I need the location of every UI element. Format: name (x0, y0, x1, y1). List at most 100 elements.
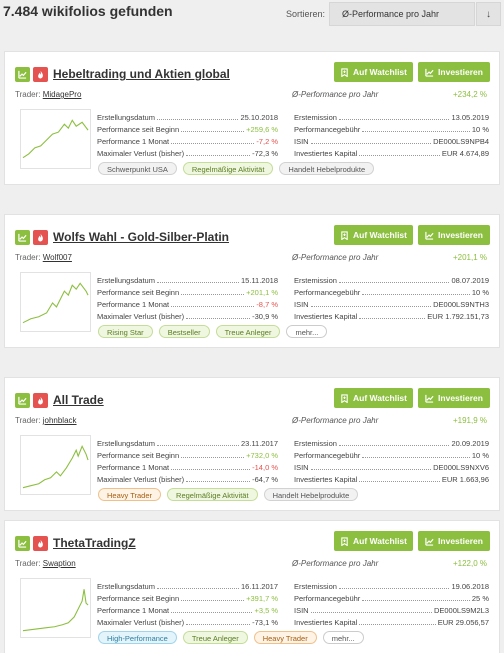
trader-name-link[interactable]: MidagePro (43, 90, 82, 99)
fee-label: Performancegebühr (294, 125, 361, 134)
sort-dropdown[interactable]: Ø-Performance pro Jahr (329, 2, 475, 26)
fee-value: 10 % (471, 451, 489, 460)
risk-badge (33, 535, 48, 551)
max-loss-row: Maximaler Verlust (bisher) -72,3 % (97, 147, 278, 158)
isin-row: ISIN DE000LS9NTH3 (294, 298, 489, 309)
tag-badge: Rising Star (98, 325, 153, 338)
capital-label: Investiertes Kapital (294, 618, 358, 627)
bookmark-plus-icon (341, 536, 348, 546)
card-header: All Trade (15, 392, 104, 408)
trader-name-link[interactable]: johnblack (43, 416, 77, 425)
add-to-watchlist-button[interactable]: Auf Watchlist (334, 531, 413, 551)
emission-label: Erstemission (294, 276, 337, 285)
perf-start-row: Performance seit Beginn +259,6 % (97, 123, 278, 134)
perf-start-label: Performance seit Beginn (97, 594, 180, 603)
perf-year-label: Ø-Performance pro Jahr (292, 559, 379, 568)
wikifolio-card: All Trade Auf Watchlist Investieren Trader:… (4, 377, 500, 511)
trader-name-link[interactable]: Swaption (43, 559, 76, 568)
performance-sparkline[interactable] (20, 109, 91, 169)
dotted-leader (362, 457, 470, 458)
add-to-watchlist-button[interactable]: Auf Watchlist (334, 225, 413, 245)
add-to-watchlist-button[interactable]: Auf Watchlist (334, 62, 413, 82)
chart-up-icon (18, 233, 27, 242)
invest-button[interactable]: Investieren (418, 388, 490, 408)
invest-label: Investieren (438, 393, 483, 403)
dotted-leader (310, 469, 432, 470)
dotted-leader (156, 588, 240, 589)
invest-button[interactable]: Investieren (418, 225, 490, 245)
invest-button[interactable]: Investieren (418, 62, 490, 82)
capital-row: Investiertes Kapital EUR 1.792.151,73 (294, 310, 489, 321)
perf-start-label: Performance seit Beginn (97, 288, 180, 297)
perf-month-value: -7,2 % (256, 137, 278, 146)
created-label: Erstellungsdatum (97, 582, 155, 591)
result-count-title: 7.484 wikifolios gefunden (3, 3, 173, 19)
max-loss-value: -72,3 % (252, 149, 278, 158)
created-row: Erstellungsdatum 15.11.2018 (97, 274, 278, 285)
created-value: 16.11.2017 (241, 582, 278, 591)
wikifolio-card: Wolfs Wahl - Gold-Silber-Platin Auf Watch… (4, 214, 500, 348)
fee-label: Performancegebühr (294, 288, 361, 297)
max-loss-value: -30,9 % (252, 312, 278, 321)
perf-year-value: +122,0 % (452, 559, 487, 568)
sparkline-chart (22, 444, 89, 489)
perf-month-row: Performance 1 Monat -8,7 % (97, 298, 278, 309)
performance-sparkline[interactable] (20, 435, 91, 495)
flame-icon (38, 70, 43, 78)
more-tags-link[interactable]: mehr... (322, 631, 364, 644)
isin-label: ISIN (294, 606, 309, 615)
sort-direction-button[interactable]: ↓ (476, 2, 501, 26)
performance-sparkline[interactable] (20, 578, 91, 638)
wikifolio-title-link[interactable]: All Trade (53, 393, 104, 407)
trader-label: Trader: (15, 90, 41, 99)
wikifolio-title-link[interactable]: Wolfs Wahl - Gold-Silber-Platin (53, 230, 229, 244)
more-tags-link[interactable]: mehr... (286, 325, 328, 338)
invest-label: Investieren (438, 536, 483, 546)
performance-sparkline[interactable] (20, 272, 91, 332)
emission-value: 20.09.2019 (451, 439, 489, 448)
dotted-leader (156, 119, 239, 120)
wikifolio-title-link[interactable]: Hebeltrading und Aktien global (53, 67, 230, 81)
dotted-leader (362, 600, 470, 601)
dotted-leader (171, 612, 253, 613)
fee-value: 10 % (471, 288, 489, 297)
trader-name-link[interactable]: Wolf007 (43, 253, 72, 262)
emission-row: Erstemission 08.07.2019 (294, 274, 489, 285)
wikifolio-card: Hebeltrading und Aktien global Auf Watchl… (4, 51, 500, 185)
dotted-leader (362, 131, 470, 132)
emission-value: 19.06.2018 (451, 582, 489, 591)
dotted-leader (156, 282, 240, 283)
watchlist-label: Auf Watchlist (353, 230, 407, 240)
created-value: 23.11.2017 (241, 439, 278, 448)
tag-badge: Bestseller (158, 325, 210, 338)
chart-up-icon (18, 396, 27, 405)
perf-year-label: Ø-Performance pro Jahr (292, 416, 379, 425)
chart-up-icon (18, 70, 27, 79)
isin-row: ISIN DE000LS9M2L3 (294, 604, 489, 615)
fee-label: Performancegebühr (294, 594, 361, 603)
performance-badge (15, 535, 30, 551)
dotted-leader (310, 143, 432, 144)
dotted-leader (310, 612, 432, 613)
tag-badge: High-Performance (98, 631, 177, 644)
emission-label: Erstemission (294, 582, 337, 591)
flame-icon (38, 233, 43, 241)
wikifolio-title-link[interactable]: ThetaTradingZ (53, 536, 136, 550)
capital-label: Investiertes Kapital (294, 475, 358, 484)
chart-line-icon (425, 231, 434, 240)
tag-badge: Heavy Trader (253, 631, 317, 644)
perf-month-label: Performance 1 Monat (97, 137, 170, 146)
watchlist-label: Auf Watchlist (353, 536, 407, 546)
perf-year-value: +201,1 % (452, 253, 487, 262)
invest-button[interactable]: Investieren (418, 531, 490, 551)
bookmark-plus-icon (341, 67, 348, 77)
add-to-watchlist-button[interactable]: Auf Watchlist (334, 388, 413, 408)
capital-label: Investiertes Kapital (294, 312, 358, 321)
created-value: 15.11.2018 (241, 276, 278, 285)
risk-badge (33, 229, 48, 245)
tag-badge: Handelt Hebelprodukte (279, 162, 375, 175)
perf-start-row: Performance seit Beginn +201,1 % (97, 286, 278, 297)
dotted-leader (186, 481, 251, 482)
dotted-leader (171, 306, 255, 307)
emission-row: Erstemission 19.06.2018 (294, 580, 489, 591)
